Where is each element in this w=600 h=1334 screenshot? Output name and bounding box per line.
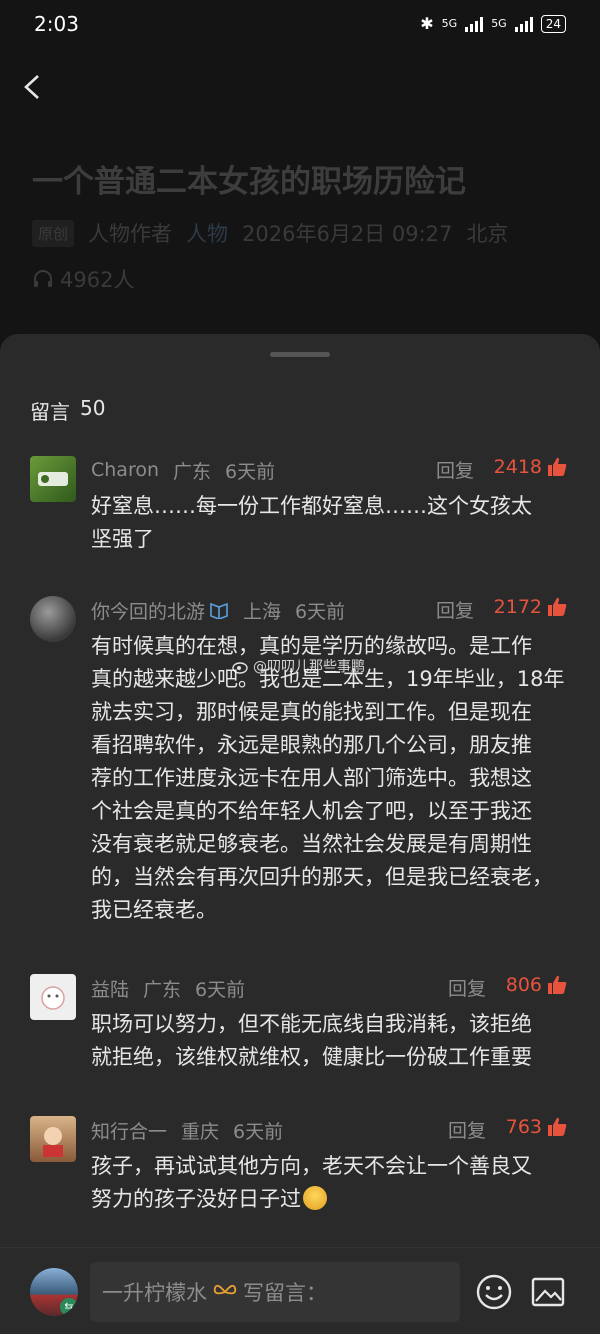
status-bar: 2:03 ✱ 5G 5G 24 <box>0 0 600 52</box>
hug-emoji-icon <box>303 1186 327 1210</box>
comments-number: 50 <box>80 396 106 420</box>
switch-account-icon[interactable]: ⇆ <box>60 1298 78 1316</box>
smile-icon <box>476 1274 512 1310</box>
reply-button[interactable]: 回复 <box>448 974 486 1001</box>
comment-item: Charon 广东 6天前 回复 2418 好窒息……每一份工作都好窒息……这个… <box>30 456 572 552</box>
thumbs-up-icon <box>548 1117 567 1136</box>
comment-time: 6天前 <box>295 600 346 623</box>
thumbs-up-icon <box>548 457 567 476</box>
network-label-1: 5G <box>441 17 458 30</box>
article-author[interactable]: 人物作者 <box>88 218 172 248</box>
image-icon <box>531 1277 565 1307</box>
back-button[interactable] <box>18 70 48 104</box>
status-time: 2:03 <box>34 12 79 36</box>
comment-header: 益陆 广东 6天前 <box>91 974 572 1002</box>
comments-sheet: 留言 50 Charon 广东 6天前 回复 2418 好窒息……每一份工作都好… <box>0 334 600 1334</box>
like-button[interactable]: 2418 <box>494 456 568 478</box>
avatar[interactable] <box>30 974 76 1020</box>
avatar[interactable] <box>30 596 76 642</box>
watermark: @叨叨儿那些事鹏 <box>232 656 365 676</box>
like-count: 763 <box>505 1116 542 1138</box>
signal-icon <box>465 16 484 32</box>
like-count: 2418 <box>493 456 542 478</box>
listen-count: 4962人 <box>32 264 134 294</box>
comment-input[interactable]: 一升柠檬水 写留言： <box>90 1262 460 1322</box>
original-badge: 原创 <box>32 219 75 247</box>
comment-author[interactable]: 你今回的北游 <box>91 597 205 624</box>
comment-text: 孩子，再试试其他方向，老天不会让一个善良又 努力的孩子没好日子过 <box>91 1154 532 1211</box>
butterfly-badge-icon <box>213 1284 237 1295</box>
reply-button[interactable]: 回复 <box>436 456 474 483</box>
drag-handle[interactable] <box>270 352 330 357</box>
input-placeholder: 写留言： <box>243 1281 327 1305</box>
avatar[interactable] <box>30 456 76 502</box>
battery-icon: 24 <box>540 14 566 33</box>
comment-item: 你今回的北游 上海 6天前 回复 2172 有时候真的在想，真的是学历的缘故吗。… <box>30 596 572 926</box>
network-label-2: 5G <box>491 17 507 30</box>
comment-author[interactable]: Charon <box>91 459 159 481</box>
comment-time: 6天前 <box>195 978 246 1001</box>
comment-item: 知行合一 重庆 6天前 回复 763 孩子，再试试其他方向，老天不会让一个善良又… <box>30 1116 572 1212</box>
comment-region: 重庆 <box>181 1120 220 1143</box>
avatar[interactable] <box>30 1116 76 1162</box>
book-badge-icon <box>210 602 228 619</box>
comments-label: 留言 <box>30 400 70 424</box>
headphones-icon <box>34 270 52 287</box>
comment-header: 知行合一 重庆 6天前 <box>91 1116 572 1144</box>
comment-text: 好窒息……每一份工作都好窒息……这个女孩太 坚强了 <box>91 494 532 551</box>
comments-count: 留言 50 <box>30 396 105 425</box>
comment-region: 广东 <box>143 978 182 1001</box>
comment-author[interactable]: 益陆 <box>91 975 129 1002</box>
comment-region: 广东 <box>173 460 212 483</box>
input-username: 一升柠檬水 <box>102 1281 207 1305</box>
comment-time: 6天前 <box>225 460 276 483</box>
article-title: 一个普通二本女孩的职场历险记 <box>32 164 466 200</box>
my-avatar[interactable]: ⇆ <box>30 1268 78 1316</box>
chevron-left-icon <box>24 75 39 99</box>
reply-button[interactable]: 回复 <box>436 596 474 623</box>
reply-button[interactable]: 回复 <box>448 1116 486 1143</box>
article-meta: 原创 人物作者 人物 2026年6月2日 09:27 北京 <box>32 218 508 248</box>
weibo-icon <box>232 662 248 674</box>
comment-region: 上海 <box>243 600 282 623</box>
image-button[interactable] <box>530 1274 566 1310</box>
like-count: 2172 <box>493 596 542 618</box>
article-location: 北京 <box>466 222 509 246</box>
comment-time: 6天前 <box>233 1120 284 1143</box>
thumbs-up-icon <box>548 597 567 616</box>
article-channel[interactable]: 人物 <box>186 218 228 248</box>
emoji-button[interactable] <box>476 1274 512 1310</box>
bottom-bar: ⇆ 一升柠檬水 写留言： <box>0 1247 600 1334</box>
bluetooth-icon: ✱ <box>420 14 434 33</box>
comment-author[interactable]: 知行合一 <box>91 1117 167 1144</box>
thumbs-up-icon <box>548 975 567 994</box>
comment-item: 益陆 广东 6天前 回复 806 职场可以努力，但不能无底线自我消耗，该拒绝 就… <box>30 974 572 1070</box>
like-button[interactable]: 763 <box>506 1116 568 1138</box>
status-icons: ✱ 5G 5G 24 <box>420 14 566 33</box>
comment-text: 职场可以努力，但不能无底线自我消耗，该拒绝 就拒绝，该维权就维权，健康比一份破工… <box>91 1012 532 1069</box>
like-count: 806 <box>505 974 542 996</box>
signal-icon-2 <box>514 16 533 32</box>
like-button[interactable]: 2172 <box>494 596 568 618</box>
listener-count: 4962人 <box>60 268 135 292</box>
like-button[interactable]: 806 <box>506 974 568 996</box>
article-date: 2026年6月2日 09:27 <box>242 222 453 246</box>
